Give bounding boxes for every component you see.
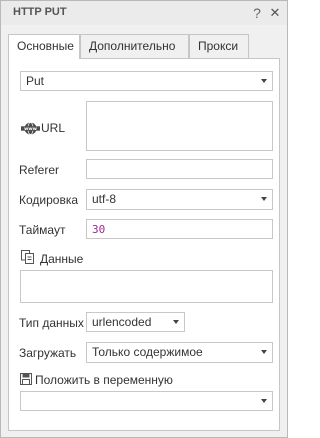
method-value: Put <box>26 74 45 88</box>
data-type-select[interactable]: urlencoded <box>86 312 185 332</box>
url-label: URL <box>41 121 66 135</box>
encoding-label: Кодировка <box>19 193 79 207</box>
tab-bar: Основные Дополнительно Прокси <box>8 34 280 59</box>
data-textarea[interactable] <box>20 270 273 303</box>
copy-data-icon <box>21 250 34 267</box>
www-globe-icon: www <box>21 122 40 138</box>
save-to-variable-select[interactable] <box>20 391 273 411</box>
timeout-value: 30 <box>92 223 106 236</box>
method-select[interactable]: Put <box>20 71 273 91</box>
load-select[interactable]: Только содержимое <box>86 342 273 363</box>
chevron-down-icon <box>261 79 267 83</box>
encoding-value: utf-8 <box>92 192 117 206</box>
svg-text:www: www <box>24 127 37 132</box>
data-type-label: Тип данных <box>19 316 84 330</box>
save-to-variable-label: Положить в переменную <box>35 373 173 387</box>
dialog-title: HTTP PUT <box>13 6 67 18</box>
tab-main[interactable]: Основные <box>8 34 80 59</box>
chevron-down-icon <box>261 197 267 201</box>
tab-proxy[interactable]: Прокси <box>189 34 249 58</box>
timeout-input[interactable]: 30 <box>86 219 273 239</box>
load-value: Только содержимое <box>92 345 203 359</box>
close-button[interactable]: ✕ <box>268 3 282 23</box>
encoding-select[interactable]: utf-8 <box>86 189 273 210</box>
tab-additional[interactable]: Дополнительно <box>80 34 189 58</box>
referer-input[interactable] <box>86 159 273 179</box>
data-label: Данные <box>40 252 84 266</box>
chevron-down-icon <box>173 320 179 324</box>
help-button[interactable]: ? <box>250 3 264 23</box>
url-textarea[interactable] <box>86 101 273 151</box>
chevron-down-icon <box>261 399 267 403</box>
chevron-down-icon <box>261 350 267 354</box>
title-bar[interactable]: HTTP PUT ? ✕ <box>1 1 287 25</box>
save-floppy-icon <box>20 373 32 388</box>
timeout-label: Таймаут <box>19 223 66 237</box>
main-tab-panel: Put www URL Referer Кодировка utf-8 Тайм… <box>8 58 280 431</box>
load-label: Загружать <box>19 346 77 360</box>
http-put-dialog: HTTP PUT ? ✕ Основные Дополнительно Прок… <box>0 0 288 438</box>
data-type-value: urlencoded <box>92 315 152 329</box>
referer-label: Referer <box>19 163 60 177</box>
